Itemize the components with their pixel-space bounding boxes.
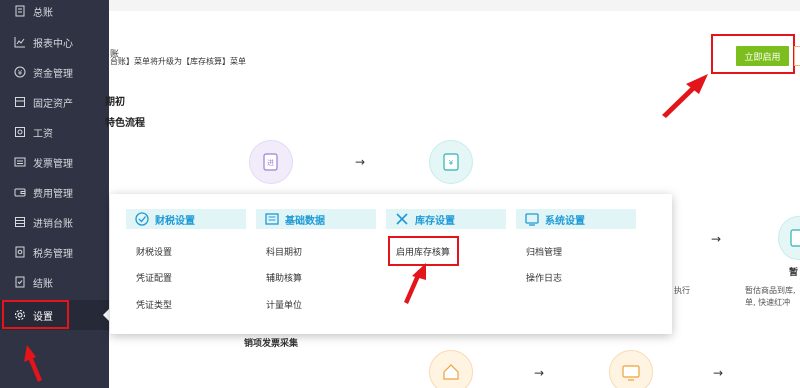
menu-item-voucher-config[interactable]: 凭证配置 bbox=[136, 271, 172, 284]
system-icon bbox=[524, 211, 540, 227]
nav-item-inventory[interactable]: 进销台账 bbox=[0, 207, 109, 237]
flow-heading-features: 特色流程 bbox=[105, 118, 145, 129]
menu-item-measure-unit[interactable]: 计量单位 bbox=[266, 298, 302, 311]
enable-now-button[interactable]: 立即启用 bbox=[736, 46, 789, 66]
menu-item-aux-accounting[interactable]: 辅助核算 bbox=[266, 271, 302, 284]
menu-header-inventory-settings: 库存设置 bbox=[386, 209, 506, 229]
nav-label: 税务管理 bbox=[33, 248, 73, 260]
nav-label: 进销台账 bbox=[33, 218, 73, 230]
nav-label: 结账 bbox=[33, 278, 53, 290]
nav-item-tax[interactable]: 税务管理 bbox=[0, 237, 109, 267]
svg-text:¥: ¥ bbox=[449, 159, 454, 167]
nav-item-reports[interactable]: 报表中心 bbox=[0, 27, 109, 57]
estimate-desc-line1: 暂估商品到库, bbox=[745, 286, 796, 295]
estimate-title: 暂 bbox=[789, 268, 799, 278]
menu-header-system-settings: 系统设置 bbox=[516, 209, 636, 229]
menu-item-voucher-type[interactable]: 凭证类型 bbox=[136, 298, 172, 311]
menu-header-label: 系统设置 bbox=[545, 215, 585, 227]
basic-data-icon bbox=[264, 211, 280, 227]
flow-step-purchase[interactable]: 进 bbox=[249, 140, 293, 184]
sidebar: 总账 报表中心 ¥ 资金管理 固定资产 工资 发票管理 费用管理 进销台账 税务… bbox=[0, 0, 109, 388]
nav-item-assets[interactable]: 固定资产 bbox=[0, 87, 109, 117]
flow-arrow: → bbox=[711, 232, 722, 246]
estimate-doc-icon bbox=[787, 227, 800, 249]
settings-highlight-box bbox=[2, 300, 69, 329]
nav-label: 报表中心 bbox=[33, 38, 73, 50]
flow-arrow: → bbox=[713, 366, 724, 380]
chart-icon bbox=[13, 35, 27, 49]
menu-item-subject-opening[interactable]: 科目期初 bbox=[266, 245, 302, 258]
menu-item-operation-log[interactable]: 操作日志 bbox=[526, 271, 562, 284]
menu-header-basic-data: 基础数据 bbox=[256, 209, 376, 229]
flow-arrow: → bbox=[355, 155, 366, 169]
nav-label: 费用管理 bbox=[33, 188, 73, 200]
svg-text:进: 进 bbox=[267, 159, 274, 167]
enable-inventory-highlight-box bbox=[388, 236, 459, 266]
nav-label: 发票管理 bbox=[33, 158, 73, 170]
invoice-icon bbox=[13, 155, 27, 169]
checkout-icon bbox=[13, 275, 27, 289]
house-doc-icon bbox=[440, 361, 462, 383]
menu-header-label: 财税设置 bbox=[155, 215, 195, 227]
menu-item-tax-settings[interactable]: 财税设置 bbox=[136, 245, 172, 258]
nav-item-funds[interactable]: ¥ 资金管理 bbox=[0, 57, 109, 87]
upgrade-notice-text: 台账】菜单将升级为【库存核算】菜单 bbox=[110, 57, 246, 66]
nav-item-checkout[interactable]: 结账 bbox=[0, 267, 109, 297]
nav-label: 固定资产 bbox=[33, 98, 73, 110]
flow-heading-opening: 期初 bbox=[105, 97, 125, 108]
flow-step-account[interactable]: ¥ bbox=[429, 140, 473, 184]
flow-step-output[interactable] bbox=[609, 350, 653, 388]
flow-step-sales[interactable] bbox=[429, 350, 473, 388]
tax-icon bbox=[13, 245, 27, 259]
menu-header-label: 库存设置 bbox=[415, 215, 455, 227]
menu-header-label: 基础数据 bbox=[285, 215, 325, 227]
account-doc-icon: ¥ bbox=[440, 151, 462, 173]
nav-label: 资金管理 bbox=[33, 68, 73, 80]
nav-label: 总账 bbox=[33, 7, 53, 19]
nav-item-salary[interactable]: 工资 bbox=[0, 117, 109, 147]
ledger-icon bbox=[13, 4, 27, 18]
tools-icon bbox=[394, 211, 410, 227]
money-icon: ¥ bbox=[13, 65, 27, 79]
flow-arrow: → bbox=[534, 366, 545, 380]
monitor-icon bbox=[620, 361, 642, 383]
svg-text:¥: ¥ bbox=[18, 69, 23, 77]
asset-icon bbox=[13, 95, 27, 109]
salary-icon bbox=[13, 125, 27, 139]
tax-settings-icon bbox=[134, 211, 150, 227]
upgrade-notice-card bbox=[109, 11, 800, 87]
menu-item-archive[interactable]: 归档管理 bbox=[526, 245, 562, 258]
purchase-doc-icon: 进 bbox=[260, 151, 282, 173]
nav-label: 工资 bbox=[33, 128, 53, 140]
inventory-icon bbox=[13, 215, 27, 229]
secondary-button-edge[interactable] bbox=[794, 46, 800, 66]
nav-item-ledger[interactable]: 总账 bbox=[0, 0, 109, 26]
nav-item-expense[interactable]: 费用管理 bbox=[0, 177, 109, 207]
tax-exec-text: 执行 bbox=[674, 286, 690, 295]
estimate-desc-line2: 单, 快速红冲 bbox=[745, 298, 791, 307]
wallet-icon bbox=[13, 185, 27, 199]
sales-invoice-collect-text: 销项发票采集 bbox=[244, 339, 299, 349]
menu-header-tax-settings: 财税设置 bbox=[126, 209, 246, 229]
nav-item-invoice[interactable]: 发票管理 bbox=[0, 147, 109, 177]
